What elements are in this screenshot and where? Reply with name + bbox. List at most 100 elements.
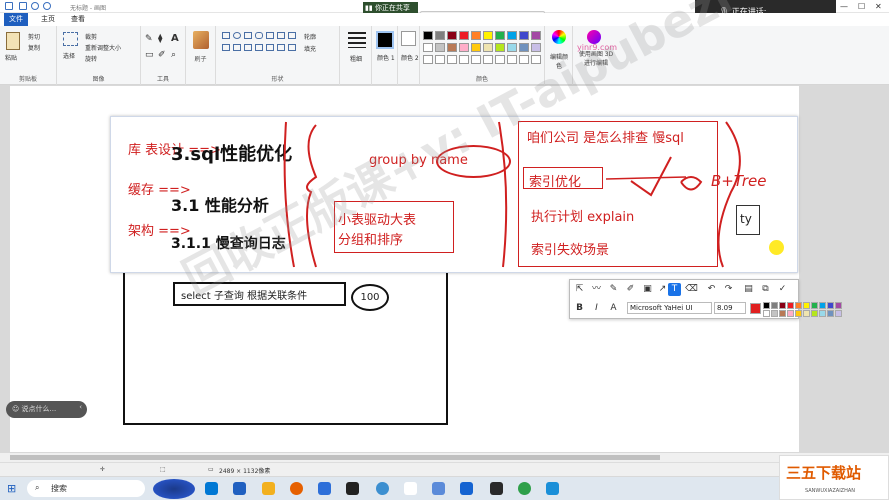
pen-color-swatch[interactable] [779, 310, 786, 317]
shape-tool-icon[interactable]: ▣ [641, 283, 654, 296]
collapse-icon[interactable]: ‹ [79, 403, 82, 411]
palette-empty-swatch[interactable] [435, 55, 445, 64]
size-button[interactable]: 粗细 [350, 54, 362, 63]
highlighter-tool-icon[interactable]: ✐ [624, 283, 637, 296]
pen-color-swatch[interactable] [803, 310, 810, 317]
palette-swatch[interactable] [459, 31, 469, 40]
pen-color-swatch[interactable] [819, 302, 826, 309]
pen-color-swatch[interactable] [811, 302, 818, 309]
undo-tool-icon[interactable]: ↶ [705, 283, 718, 296]
arrow-up-shape-icon[interactable] [266, 44, 274, 51]
pen-color-swatch[interactable] [835, 302, 842, 309]
pen-tool-icon[interactable]: 〰 [590, 283, 603, 296]
color1-swatch[interactable] [376, 31, 394, 49]
color1-group[interactable]: 颜色 1 [372, 26, 398, 85]
pentagon-shape-icon[interactable] [222, 44, 230, 51]
chat-input-button[interactable]: ☺ 说点什么... ‹ [6, 401, 87, 418]
pen-color-swatch[interactable] [811, 310, 818, 317]
font-size-select[interactable]: 8.09 [714, 302, 746, 314]
arrow-down-shape-icon[interactable] [277, 44, 285, 51]
pen-color-swatch[interactable] [819, 310, 826, 317]
pen-color-swatch[interactable] [803, 302, 810, 309]
text-icon[interactable]: A [171, 33, 179, 44]
pen-color-swatch[interactable] [779, 302, 786, 309]
fill-dropdown[interactable]: 填充 [304, 44, 316, 53]
pen-color-swatch[interactable] [795, 302, 802, 309]
crop-button[interactable]: 裁剪 [85, 32, 97, 41]
meeting-icon[interactable] [376, 482, 389, 495]
select-button[interactable]: 选择 [63, 51, 75, 60]
color2-swatch[interactable] [401, 31, 416, 46]
eraser-tool-icon[interactable]: ⌫ [685, 283, 698, 296]
pen-color-swatch[interactable] [787, 310, 794, 317]
color2-group[interactable]: 颜色 2 [398, 26, 420, 85]
palette-swatch[interactable] [471, 31, 481, 40]
fill-icon[interactable]: ⧫ [158, 34, 162, 44]
cut-button[interactable]: 剪切 [28, 32, 40, 41]
pencil-icon[interactable]: ✎ [145, 34, 153, 44]
tab-file[interactable]: 文件 [4, 13, 28, 26]
app-icon-4[interactable] [490, 482, 503, 495]
palette-empty-swatch[interactable] [483, 55, 493, 64]
typora-icon[interactable] [404, 482, 417, 495]
hexagon-shape-icon[interactable] [233, 44, 241, 51]
palette-swatch[interactable] [483, 43, 493, 52]
palette-swatch[interactable] [423, 31, 433, 40]
tab-home[interactable]: 主页 [36, 13, 60, 26]
paste-button[interactable]: 粘贴 [5, 53, 17, 62]
widget-icon[interactable] [153, 479, 195, 499]
app-icon-1[interactable] [318, 482, 331, 495]
rotate-button[interactable]: 旋转 [85, 54, 97, 63]
rectangle-shape-icon[interactable] [244, 32, 252, 39]
magnifier-icon[interactable]: ⌕ [171, 50, 176, 60]
font-select[interactable]: Microsoft YaHei UI [627, 302, 712, 314]
pen-color-swatch[interactable] [763, 310, 770, 317]
font-style-icon[interactable]: A [607, 302, 620, 315]
save-icon[interactable] [19, 2, 27, 10]
redo-tool-icon[interactable]: ↷ [722, 283, 735, 296]
palette-swatch[interactable] [519, 43, 529, 52]
palette-empty-swatch[interactable] [459, 55, 469, 64]
palette-empty-swatch[interactable] [423, 55, 433, 64]
oval-shape-icon[interactable] [233, 32, 241, 39]
arrow-right-shape-icon[interactable] [244, 44, 252, 51]
pen-color-swatch[interactable] [771, 302, 778, 309]
redo-icon[interactable] [43, 2, 51, 10]
palette-swatch[interactable] [483, 31, 493, 40]
palette-swatch[interactable] [459, 43, 469, 52]
palette-swatch[interactable] [423, 43, 433, 52]
palette-swatch[interactable] [495, 31, 505, 40]
pen-color-swatch[interactable] [827, 302, 834, 309]
palette-swatch[interactable] [507, 43, 517, 52]
star-shape-icon[interactable] [288, 44, 296, 51]
resize-button[interactable]: 重新调整大小 [85, 43, 121, 52]
brush-icon[interactable] [193, 31, 209, 49]
app-icon-3[interactable] [460, 482, 473, 495]
palette-swatch[interactable] [435, 43, 445, 52]
pen-color-swatch[interactable] [771, 310, 778, 317]
color-picker-icon[interactable]: ✐ [158, 50, 166, 60]
start-icon[interactable]: ⊞ [7, 482, 16, 495]
palette-swatch[interactable] [447, 31, 457, 40]
palette-empty-swatch[interactable] [471, 55, 481, 64]
line-shape-icon[interactable] [222, 32, 230, 39]
paste-icon[interactable] [6, 32, 20, 50]
outline-dropdown[interactable]: 轮廓 [304, 32, 316, 41]
palette-empty-swatch[interactable] [495, 55, 505, 64]
select-tool-icon[interactable]: ⇱ [573, 283, 586, 296]
bold-icon[interactable]: B [573, 302, 586, 315]
folder-icon[interactable] [262, 482, 275, 495]
polygon-shape-icon[interactable] [266, 32, 274, 39]
pen-color-swatch[interactable] [795, 310, 802, 317]
pen-color-swatch[interactable] [787, 302, 794, 309]
palette-empty-swatch[interactable] [447, 55, 457, 64]
minimize-icon[interactable]: — [840, 2, 848, 11]
app-icon-5[interactable] [546, 482, 559, 495]
undo-icon[interactable] [31, 2, 39, 10]
scrollbar-thumb[interactable] [10, 455, 660, 460]
palette-swatch[interactable] [447, 43, 457, 52]
app-icon-2[interactable] [432, 482, 445, 495]
firefox-icon[interactable] [290, 482, 303, 495]
copy-tool-icon[interactable]: ⧉ [759, 283, 772, 296]
italic-icon[interactable]: I [590, 302, 603, 315]
